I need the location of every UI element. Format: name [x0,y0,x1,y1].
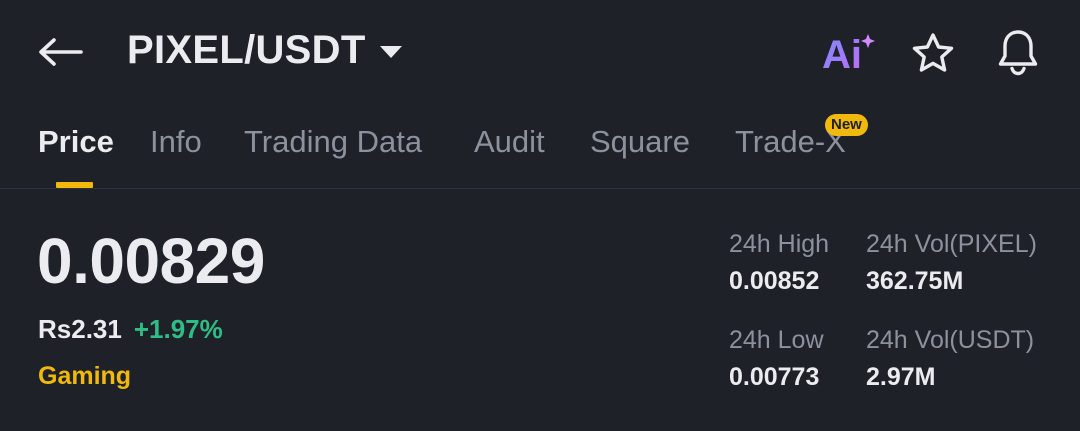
svg-text:Ai: Ai [822,33,862,76]
tab-audit[interactable]: Audit [474,124,545,160]
pair-title: PIXEL/USDT [127,28,366,72]
high-24h-label: 24h High [729,230,830,258]
ai-assistant-button[interactable]: Ai [820,28,876,76]
tab-price[interactable]: Price [38,124,114,160]
star-icon [912,33,954,72]
high-24h-value: 0.00852 [729,267,820,295]
caret-down-icon [379,45,402,58]
vol-base-24h-value: 362.75M [866,267,964,295]
back-button[interactable] [36,30,84,74]
divider [0,188,1080,189]
vol-quote-24h-value: 2.97M [866,363,936,391]
low-24h-value: 0.00773 [729,363,820,391]
category-tag[interactable]: Gaming [38,362,131,391]
vol-quote-24h-label: 24h Vol(USDT) [866,326,1035,354]
notifications-button[interactable] [993,26,1043,78]
tab-trading-data[interactable]: Trading Data [244,124,422,160]
fiat-price: Rs2.31 [38,314,122,344]
arrow-left-icon [39,38,83,66]
last-price: 0.00829 [37,225,265,297]
low-24h-label: 24h Low [729,326,824,354]
tab-bar: Price Info Trading Data Audit Square Tra… [0,104,1080,188]
tab-info[interactable]: Info [150,124,202,160]
ai-icon: Ai [822,33,875,76]
pair-selector[interactable]: PIXEL/USDT [127,28,402,73]
tab-square[interactable]: Square [590,124,690,160]
favorite-button[interactable] [908,28,958,78]
new-badge: New [825,114,868,136]
bell-icon [998,30,1038,76]
price-summary: Rs2.31 +1.97% [38,314,223,345]
vol-base-24h-label: 24h Vol(PIXEL) [866,230,1037,258]
top-bar: PIXEL/USDT Ai [0,0,1080,104]
price-change-percent: +1.97% [133,314,223,344]
